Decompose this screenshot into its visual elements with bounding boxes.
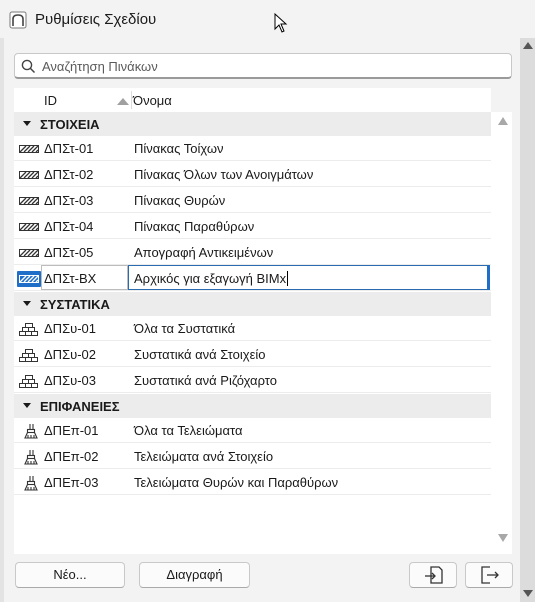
collapse-triangle-icon[interactable] [23, 301, 31, 306]
row-id: ΔΠΣυ-03 [44, 373, 97, 388]
column-divider[interactable] [131, 91, 132, 109]
bricks-icon [17, 321, 41, 337]
group-label: ΣΤΟΙΧΕΙΑ [40, 117, 100, 132]
table-row[interactable]: ΔΠΕπ-02 Τελειώματα ανά Στοιχείο [14, 444, 491, 469]
hatch-icon [17, 271, 41, 287]
table-row[interactable]: ΔΠΣτ-02 Πίνακας Όλων των Ανοιγμάτων [14, 162, 491, 187]
row-name: Απογραφή Αντικειμένων [134, 245, 274, 260]
row-name: Αρχικός για εξαγωγή BIMx [134, 271, 289, 286]
row-name: Συστατικά ανά Ριζόχαρτο [134, 373, 277, 388]
title-bar[interactable]: Ρυθμίσεις Σχεδίου [0, 0, 535, 38]
table-row[interactable]: ΔΠΣτ-03 Πίνακας Θυρών [14, 188, 491, 213]
hatch-icon [17, 245, 41, 261]
group-row[interactable]: ΣΤΟΙΧΕΙΑ [14, 112, 491, 136]
group-row[interactable]: ΕΠΙΦΑΝΕΙΕΣ [14, 394, 491, 418]
row-name: Όλα τα Συστατικά [134, 321, 236, 336]
table-row[interactable]: ΔΠΣυ-03 Συστατικά ανά Ριζόχαρτο [14, 368, 491, 393]
row-id: ΔΠΕπ-03 [44, 475, 99, 490]
window-edge [0, 38, 4, 602]
app-icon [9, 11, 27, 29]
row-id: ΔΠΣτ-02 [44, 167, 94, 182]
row-name: Τελειώματα Θυρών και Παραθύρων [134, 475, 339, 490]
hatch-icon [17, 219, 41, 235]
name-edit-field[interactable]: Αρχικός για εξαγωγή BIMx [128, 265, 490, 290]
paint-brush-icon [17, 475, 41, 491]
sort-ascending-icon[interactable] [117, 98, 129, 105]
new-button[interactable]: Νέο... [15, 562, 125, 588]
hatch-icon [17, 141, 41, 157]
table-scrollbar[interactable] [491, 112, 512, 554]
table-row[interactable]: ΔΠΣτ-04 Πίνακας Παραθύρων [14, 214, 491, 239]
row-id: ΔΠΣτ-03 [44, 193, 94, 208]
paint-brush-icon [17, 449, 41, 465]
table-row[interactable]: ΔΠΣτ-05 Απογραφή Αντικειμένων [14, 240, 491, 265]
import-button[interactable] [409, 562, 457, 588]
export-icon [481, 566, 499, 584]
export-button[interactable] [465, 562, 513, 588]
paint-brush-icon [17, 423, 41, 439]
collapse-triangle-icon[interactable] [23, 403, 31, 408]
table-row[interactable]: ΔΠΣυ-01 Όλα τα Συστατικά [14, 316, 491, 341]
hatch-icon [17, 193, 41, 209]
group-row[interactable]: ΣΥΣΤΑΤΙΚΑ [14, 292, 491, 316]
column-header-id[interactable]: ID [44, 93, 57, 108]
table-row[interactable]: ΔΠΕπ-03 Τελειώματα Θυρών και Παραθύρων [14, 470, 491, 495]
row-name: Πίνακας Θυρών [134, 193, 226, 208]
table-row[interactable]: ΔΠΕπ-01 Όλα τα Τελειώματα [14, 418, 491, 443]
bricks-icon [17, 347, 41, 363]
table-row[interactable]: ΔΠΣυ-02 Συστατικά ανά Στοιχείο [14, 342, 491, 367]
table-row[interactable]: ΔΠΣτ-ΒΧ Αρχικός για εξαγωγή BIMx [14, 265, 491, 291]
table-header: ID Όνομα [14, 88, 491, 113]
row-id: ΔΠΣτ-04 [44, 219, 94, 234]
table-row[interactable]: ΔΠΣτ-01 Πίνακας Τοίχων [14, 136, 491, 161]
outer-scroll-down-icon[interactable] [523, 590, 533, 597]
group-label: ΣΥΣΤΑΤΙΚΑ [40, 297, 110, 312]
row-id: ΔΠΣτ-01 [44, 141, 94, 156]
collapse-triangle-icon[interactable] [23, 121, 31, 126]
search-box[interactable] [14, 53, 512, 79]
row-id: ΔΠΣτ-ΒΧ [44, 271, 97, 286]
outer-scrollbar[interactable] [520, 38, 535, 602]
hatch-icon [17, 167, 41, 183]
row-name: Τελειώματα ανά Στοιχείο [134, 449, 274, 464]
row-name: Πίνακας Τοίχων [134, 141, 224, 156]
bricks-icon [17, 373, 41, 389]
row-name: Πίνακας Όλων των Ανοιγμάτων [134, 167, 314, 182]
row-id: ΔΠΣτ-05 [44, 245, 94, 260]
search-input[interactable] [42, 57, 502, 75]
row-id: ΔΠΣυ-01 [44, 321, 97, 336]
schemes-table: ID Όνομα ΣΤΟΙΧΕΙΑ ΔΠΣτ-01 Πίνακας Τοίχων ΔΠ… [14, 88, 491, 554]
scroll-up-icon[interactable] [498, 117, 508, 125]
row-id: ΔΠΕπ-01 [44, 423, 99, 438]
column-header-name[interactable]: Όνομα [133, 93, 172, 108]
scroll-down-icon[interactable] [498, 534, 508, 542]
delete-button[interactable]: Διαγραφή [139, 562, 250, 588]
row-id: ΔΠΣυ-02 [44, 347, 97, 362]
window-title: Ρυθμίσεις Σχεδίου [35, 11, 157, 28]
row-name: Πίνακας Παραθύρων [134, 219, 255, 234]
row-name: Συστατικά ανά Στοιχείο [134, 347, 266, 362]
search-icon [21, 59, 36, 74]
text-caret [287, 271, 289, 286]
row-id: ΔΠΕπ-02 [44, 449, 99, 464]
mouse-cursor-icon [274, 13, 288, 33]
outer-scroll-up-icon[interactable] [523, 42, 533, 49]
group-label: ΕΠΙΦΑΝΕΙΕΣ [40, 399, 120, 414]
import-icon [425, 566, 443, 584]
row-name: Όλα τα Τελειώματα [134, 423, 243, 438]
